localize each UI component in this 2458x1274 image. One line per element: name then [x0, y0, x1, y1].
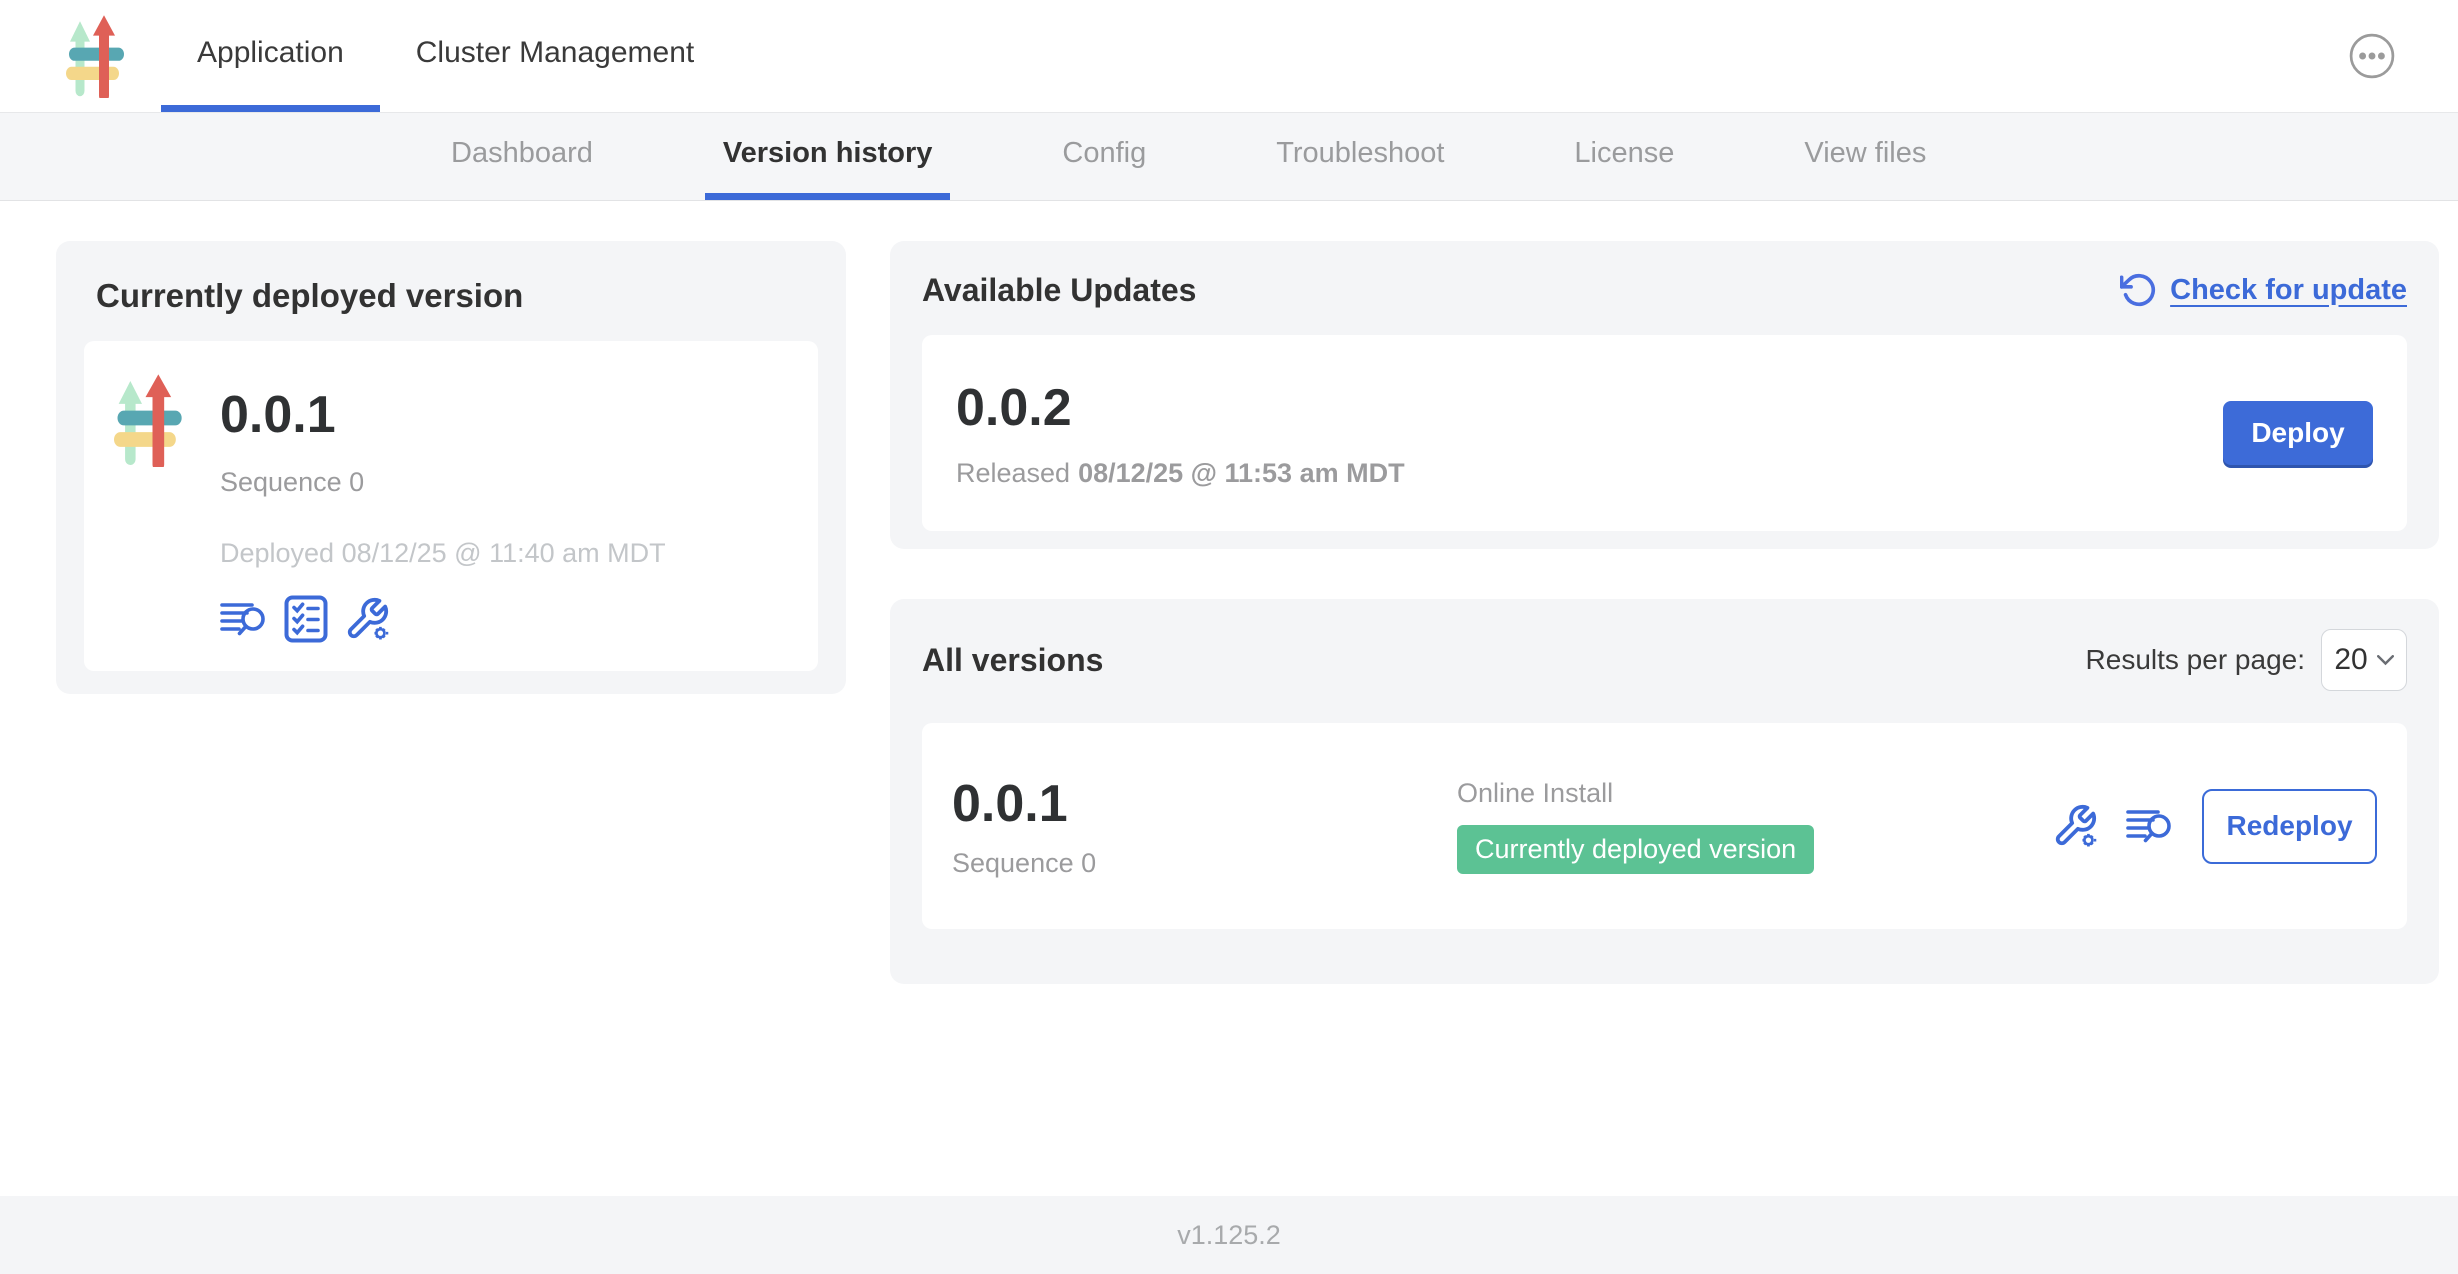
version-row: 0.0.1 Sequence 0 Online Install Currentl… — [922, 723, 2407, 929]
redeploy-button[interactable]: Redeploy — [2202, 789, 2377, 864]
results-per-page-label: Results per page: — [2086, 644, 2305, 676]
check-for-update-link[interactable]: Check for update — [2120, 271, 2407, 309]
deployed-sequence-label: Sequence 0 — [220, 467, 666, 498]
version-history-page: Currently deployed version 0.0.1 Sequenc… — [0, 201, 2458, 984]
update-version-label: 0.0.2 — [956, 378, 1405, 438]
currently-deployed-badge: Currently deployed version — [1457, 825, 1814, 874]
subnav-tab-dashboard[interactable]: Dashboard — [433, 113, 611, 200]
ellipsis-menu-icon — [2349, 33, 2395, 79]
available-updates-panel: Available Updates Check for update 0.0.2 — [890, 241, 2439, 549]
update-released-timestamp: Released 08/12/25 @ 11:53 am MDT — [956, 458, 1405, 489]
preflight-checks-icon[interactable] — [284, 595, 328, 643]
view-logs-icon[interactable] — [2126, 804, 2174, 848]
deployed-version-label: 0.0.1 — [220, 385, 666, 445]
top-tabs: Application Cluster Management — [161, 0, 730, 112]
subnav-tab-config[interactable]: Config — [1044, 113, 1164, 200]
view-logs-icon[interactable] — [220, 597, 268, 641]
app-subnav: Dashboard Version history Config Trouble… — [0, 113, 2458, 201]
available-updates-title: Available Updates — [922, 272, 1196, 309]
row-sequence-label: Sequence 0 — [952, 848, 1457, 879]
overflow-menu-button[interactable] — [2348, 32, 2396, 80]
row-install-type: Online Install — [1457, 778, 2052, 809]
subnav-tab-view-files[interactable]: View files — [1786, 113, 1944, 200]
top-navbar: Application Cluster Management — [0, 0, 2458, 113]
all-versions-title: All versions — [922, 642, 1103, 679]
subnav-tab-troubleshoot[interactable]: Troubleshoot — [1258, 113, 1462, 200]
console-version-label: v1.125.2 — [1177, 1220, 1281, 1251]
subnav-tab-version-history[interactable]: Version history — [705, 113, 951, 200]
edit-config-icon[interactable] — [344, 596, 390, 642]
row-version-label: 0.0.1 — [952, 774, 1457, 834]
app-logo-icon — [114, 373, 184, 643]
deployed-version-actions — [220, 595, 666, 643]
deployed-timestamp: Deployed 08/12/25 @ 11:40 am MDT — [220, 538, 666, 569]
released-date: 08/12/25 @ 11:53 am MDT — [1078, 458, 1405, 488]
subnav-tab-license[interactable]: License — [1556, 113, 1692, 200]
currently-deployed-panel: Currently deployed version 0.0.1 Sequenc… — [56, 241, 846, 694]
edit-config-icon[interactable] — [2052, 803, 2098, 849]
currently-deployed-title: Currently deployed version — [84, 277, 818, 315]
page-footer: v1.125.2 — [0, 1196, 2458, 1274]
update-card: 0.0.2 Released 08/12/25 @ 11:53 am MDT De… — [922, 335, 2407, 531]
tab-application[interactable]: Application — [161, 0, 380, 112]
check-for-update-label[interactable]: Check for update — [2170, 274, 2407, 307]
chevron-down-icon — [2377, 655, 2394, 666]
released-prefix: Released — [956, 458, 1070, 488]
refresh-icon — [2120, 271, 2158, 309]
deploy-button[interactable]: Deploy — [2223, 401, 2373, 465]
results-per-page-select[interactable]: 20 — [2321, 629, 2407, 691]
currently-deployed-card: 0.0.1 Sequence 0 Deployed 08/12/25 @ 11:… — [84, 341, 818, 671]
all-versions-panel: All versions Results per page: 20 — [890, 599, 2439, 984]
tab-cluster-management[interactable]: Cluster Management — [380, 0, 730, 112]
app-logo-icon — [66, 14, 126, 98]
results-per-page-value: 20 — [2334, 643, 2367, 677]
